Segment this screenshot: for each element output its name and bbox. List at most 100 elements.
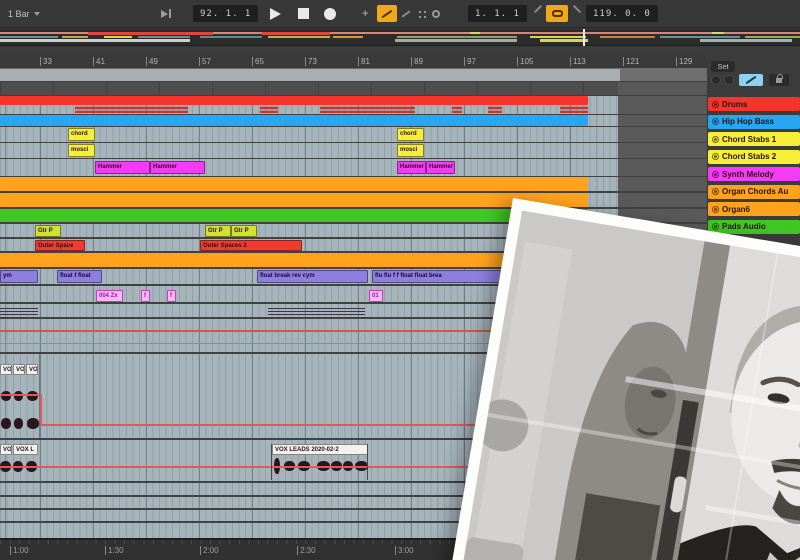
- track-unfold-icon[interactable]: [712, 188, 719, 195]
- beat-time-ruler[interactable]: 33 41 49 57 65 73 81 89 97 105 113 121 129: [0, 55, 800, 68]
- clip[interactable]: VO: [26, 364, 38, 375]
- waveform-segment: [452, 106, 462, 113]
- track-unfold-icon[interactable]: [712, 100, 719, 108]
- loop-button[interactable]: [546, 5, 568, 22]
- lock-envelopes-button[interactable]: [769, 73, 789, 86]
- clip[interactable]: chord: [397, 128, 424, 141]
- bar-number-label: 33: [40, 57, 52, 66]
- automation-line[interactable]: [367, 444, 368, 480]
- clip[interactable]: [0, 209, 588, 222]
- clip[interactable]: float break rev cym: [257, 270, 368, 283]
- quantization-menu[interactable]: 1 Bar: [8, 5, 40, 22]
- follow-icon: [161, 9, 168, 18]
- clip[interactable]: VOX L: [13, 444, 38, 455]
- clip[interactable]: Gtr P: [205, 225, 231, 237]
- arrangement-overview[interactable]: [0, 29, 800, 46]
- bar-number-label: 121: [623, 57, 639, 66]
- clip[interactable]: 004 Zx: [96, 290, 123, 302]
- waveform-blob: [27, 391, 38, 401]
- clip[interactable]: Outer Space: [35, 240, 85, 251]
- time-label: 3:00: [395, 546, 414, 555]
- clip[interactable]: VO: [13, 364, 25, 375]
- clip[interactable]: Gtr P: [35, 225, 61, 237]
- loop-start-display[interactable]: 1. 1. 1: [468, 5, 527, 22]
- clip[interactable]: [0, 96, 588, 105]
- track-header[interactable]: Organ Chords Au: [708, 184, 800, 199]
- track-lane[interactable]: [0, 159, 618, 176]
- clip[interactable]: VOX LEADS 2020-02-2: [272, 444, 368, 455]
- bar-number-label: 129: [676, 57, 692, 66]
- clip[interactable]: [0, 193, 588, 207]
- loop-brace[interactable]: [0, 68, 626, 81]
- loop-length-display[interactable]: 119. 0. 0: [586, 5, 658, 22]
- stop-button[interactable]: [298, 5, 309, 22]
- prev-marker-button[interactable]: [711, 75, 721, 85]
- clip[interactable]: [0, 177, 588, 191]
- automation-mode-button[interactable]: [739, 74, 763, 86]
- track-header[interactable]: Hip Hop Bass: [708, 114, 800, 129]
- clip[interactable]: [0, 115, 588, 126]
- clip[interactable]: VO: [0, 444, 12, 455]
- track-header[interactable]: Pads Audio: [708, 219, 800, 234]
- set-button[interactable]: Set: [711, 61, 735, 72]
- track-unfold-icon[interactable]: [712, 153, 719, 160]
- punch-out-icon[interactable]: [572, 4, 582, 14]
- time-label: 1:00: [10, 546, 29, 555]
- track-header[interactable]: Synth Melody: [708, 167, 800, 181]
- clip[interactable]: VO: [0, 364, 12, 375]
- automation-arm-button[interactable]: [377, 5, 397, 22]
- track-name: Drums: [722, 99, 748, 109]
- bar-number-label: 113: [570, 57, 586, 66]
- bar-number-label: 65: [252, 57, 264, 66]
- record-button[interactable]: [324, 5, 336, 22]
- capture-midi-button[interactable]: [415, 5, 427, 22]
- waveform-segment: [560, 106, 588, 113]
- clip[interactable]: [0, 253, 588, 267]
- track-unfold-icon[interactable]: [712, 205, 719, 213]
- clip[interactable]: f: [167, 290, 176, 302]
- clip[interactable]: float f float: [57, 270, 102, 283]
- clip[interactable]: ym: [0, 270, 38, 283]
- collapsed-track-lane[interactable]: [0, 82, 618, 95]
- track-name: Chord Stabs 2: [722, 152, 777, 161]
- clip[interactable]: Hammer: [150, 161, 205, 174]
- track-unfold-icon[interactable]: [712, 135, 719, 143]
- clip[interactable]: Gtr P: [231, 225, 257, 237]
- session-record-button[interactable]: [432, 5, 440, 22]
- arrangement-position-display[interactable]: 92. 1. 1: [193, 5, 259, 22]
- overdub-button[interactable]: +: [362, 5, 368, 22]
- clip[interactable]: Outer Spaces 2: [200, 240, 302, 251]
- automation-line[interactable]: [271, 444, 272, 480]
- follow-button[interactable]: [161, 5, 171, 22]
- automation-line[interactable]: [0, 394, 41, 396]
- clip[interactable]: 01: [369, 290, 383, 302]
- track-header[interactable]: Organ6: [708, 202, 800, 216]
- next-marker-button[interactable]: [724, 75, 734, 85]
- clip[interactable]: Hammer: [426, 161, 455, 174]
- automation-line[interactable]: [39, 354, 40, 438]
- clip[interactable]: mosci: [397, 144, 424, 157]
- overview-clip-segment: [88, 32, 213, 35]
- clip[interactable]: mosci: [68, 144, 95, 157]
- clip[interactable]: Hammer: [95, 161, 150, 174]
- automation-line[interactable]: [40, 394, 42, 425]
- track-header[interactable]: Chord Stabs 2: [708, 149, 800, 164]
- track-unfold-icon[interactable]: [712, 170, 719, 178]
- track-header[interactable]: Chord Stabs 1: [708, 132, 800, 146]
- track-unfold-icon[interactable]: [712, 118, 719, 125]
- track-unfold-icon[interactable]: [712, 223, 719, 230]
- track-header[interactable]: Drums: [708, 97, 800, 111]
- play-button[interactable]: [270, 5, 281, 22]
- waveform-blob: [27, 418, 39, 429]
- chevron-down-icon: [33, 11, 40, 16]
- time-label: 1:30: [105, 546, 124, 555]
- waveform-segment: [260, 106, 278, 113]
- clip[interactable]: Hammer: [397, 161, 426, 174]
- re-enable-automation-button[interactable]: [401, 5, 411, 22]
- clip[interactable]: chord: [68, 128, 95, 141]
- overview-clip-segment: [395, 39, 517, 42]
- punch-in-icon[interactable]: [533, 4, 543, 14]
- beyond-end-area: [618, 193, 707, 207]
- clip[interactable]: f: [141, 290, 150, 302]
- waveform-segment: [488, 106, 502, 113]
